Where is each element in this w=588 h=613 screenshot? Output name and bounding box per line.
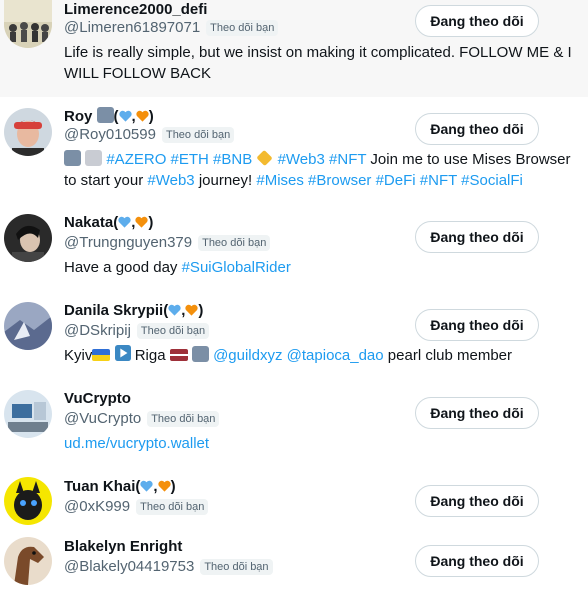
handle-line: @Roy010599 Theo dõi bạn — [64, 125, 235, 145]
follows-you-badge: Theo dõi bạn — [206, 20, 279, 36]
user-bio: Life is really simple, but we insist on … — [64, 44, 572, 82]
orange-heart-icon — [136, 110, 149, 122]
follows-you-badge: Theo dõi bạn — [198, 235, 271, 251]
hashtag-link[interactable]: #SuiGlobalRider — [182, 259, 291, 276]
hashtag-link[interactable]: #ETH — [171, 151, 209, 168]
hashtag-link[interactable]: #DeFi — [376, 172, 416, 189]
handle-line: @VuCrypto Theo dõi bạn — [64, 409, 220, 429]
hashtag-link[interactable]: #NFT — [420, 172, 457, 189]
follows-you-badge: Theo dõi bạn — [200, 559, 273, 575]
avatar[interactable] — [4, 108, 52, 156]
user-name-line: Roy (,) — [64, 107, 154, 125]
avatar[interactable] — [4, 537, 52, 585]
avatar[interactable] — [4, 214, 52, 262]
avatar[interactable] — [4, 477, 52, 525]
hashtag-link[interactable]: #Web3 — [147, 172, 194, 189]
user-row[interactable]: Blakelyn Enright @Blakely04419753 Theo d… — [0, 537, 588, 613]
user-row[interactable]: Danila Skrypii(,) @DSkripij Theo dõi bạn… — [0, 289, 588, 377]
orange-heart-icon — [157, 480, 171, 492]
rabbit-emoji-icon — [85, 150, 103, 166]
ukraine-flag-icon — [92, 349, 111, 361]
user-row[interactable]: Nakata(,) @Trungnguyen379 Theo dõi bạn Đ… — [0, 201, 588, 289]
handle-line: @Blakely04419753 Theo dõi bạn — [64, 557, 273, 577]
following-button[interactable]: Đang theo dõi — [415, 309, 539, 341]
follows-you-badge: Theo dõi bạn — [161, 127, 235, 143]
orange-heart-icon — [135, 216, 149, 228]
following-button[interactable]: Đang theo dõi — [415, 485, 539, 517]
hashtag-link[interactable]: #Mises — [256, 172, 304, 189]
following-list: Limerence2000_defi @Limeren61897071 Theo… — [0, 0, 588, 613]
blue-heart-icon — [118, 110, 132, 122]
bnb-emoji-icon — [256, 149, 274, 167]
following-button[interactable]: Đang theo dõi — [415, 545, 539, 577]
user-name[interactable]: Nakata — [64, 214, 113, 231]
user-row[interactable]: Roy (,) @Roy010599 Theo dõi bạn Đang the… — [0, 97, 588, 201]
user-row[interactable]: Limerence2000_defi @Limeren61897071 Theo… — [0, 0, 588, 97]
blue-heart-icon — [140, 480, 154, 492]
avatar[interactable] — [4, 390, 52, 438]
hashtag-link[interactable]: #NFT — [329, 151, 366, 168]
user-handle[interactable]: @VuCrypto — [64, 409, 141, 429]
blue-heart-icon — [118, 216, 131, 228]
hashtag-link[interactable]: #AZERO — [106, 151, 166, 168]
user-name[interactable]: Tuan Khai — [64, 478, 135, 495]
follows-you-badge: Theo dõi bạn — [136, 323, 210, 339]
user-handle[interactable]: @DSkripij — [64, 321, 131, 341]
hashtag-link[interactable]: #Web3 — [278, 151, 325, 168]
user-name[interactable]: Limerence2000_defi — [64, 0, 207, 20]
follows-you-badge: Theo dõi bạn — [136, 499, 209, 515]
user-handle[interactable]: @Blakely04419753 — [64, 557, 194, 577]
user-name-line: Tuan Khai(,) — [64, 478, 176, 495]
avatar[interactable] — [4, 0, 52, 48]
user-handle[interactable]: @Trungnguyen379 — [64, 233, 192, 253]
user-handle[interactable]: @Limeren61897071 — [64, 18, 200, 38]
camera-emoji-icon — [64, 150, 81, 166]
camera-emoji-icon — [96, 107, 114, 123]
user-row[interactable]: Tuan Khai(,) @0xK999 Theo dõi bạn Đang t… — [0, 465, 588, 537]
user-name[interactable]: Blakelyn Enright — [64, 537, 182, 557]
following-button[interactable]: Đang theo dõi — [415, 5, 539, 37]
mention-link[interactable]: @guildxyz — [213, 347, 282, 364]
following-button[interactable]: Đang theo dõi — [415, 397, 539, 429]
hashtag-link[interactable]: #SocialFi — [461, 172, 523, 189]
mention-link[interactable]: @tapioca_dao — [287, 347, 384, 364]
latvia-flag-icon — [169, 349, 188, 361]
handle-line: @DSkripij Theo dõi bạn — [64, 321, 210, 341]
user-name[interactable]: Danila Skrypii — [64, 302, 163, 319]
follows-you-badge: Theo dõi bạn — [147, 411, 220, 427]
play-arrow-icon — [114, 345, 131, 361]
user-name[interactable]: Roy — [64, 108, 92, 125]
handle-line: @0xK999 Theo dõi bạn — [64, 497, 209, 517]
user-row[interactable]: VuCrypto @VuCrypto Theo dõi bạn Đang the… — [0, 377, 588, 465]
user-bio: #AZERO #ETH #BNB #Web3 #NFT Join me to u… — [64, 149, 571, 189]
user-name-line: Danila Skrypii(,) — [64, 302, 204, 319]
hashtag-link[interactable]: #Browser — [308, 172, 371, 189]
user-bio: ud.me/vucrypto.wallet — [64, 433, 215, 454]
user-bio: Kyiv Riga @guildxyz @tapioca_dao pearl c… — [64, 345, 513, 364]
following-button[interactable]: Đang theo dõi — [415, 221, 539, 253]
orange-heart-icon — [185, 304, 199, 316]
avatar[interactable] — [4, 302, 52, 350]
camera-emoji-icon — [191, 346, 209, 362]
bio-link[interactable]: ud.me/vucrypto.wallet — [64, 435, 209, 452]
user-handle[interactable]: @Roy010599 — [64, 125, 156, 145]
handle-line: @Trungnguyen379 Theo dõi bạn — [64, 233, 271, 253]
user-name[interactable]: VuCrypto — [64, 389, 131, 409]
user-handle[interactable]: @0xK999 — [64, 497, 130, 517]
user-name-line: Nakata(,) — [64, 214, 154, 231]
user-bio: Have a good day #SuiGlobalRider — [64, 259, 291, 276]
handle-line: @Limeren61897071 Theo dõi bạn — [64, 18, 279, 38]
following-button[interactable]: Đang theo dõi — [415, 113, 539, 145]
hashtag-link[interactable]: #BNB — [213, 151, 252, 168]
blue-heart-icon — [168, 304, 181, 316]
